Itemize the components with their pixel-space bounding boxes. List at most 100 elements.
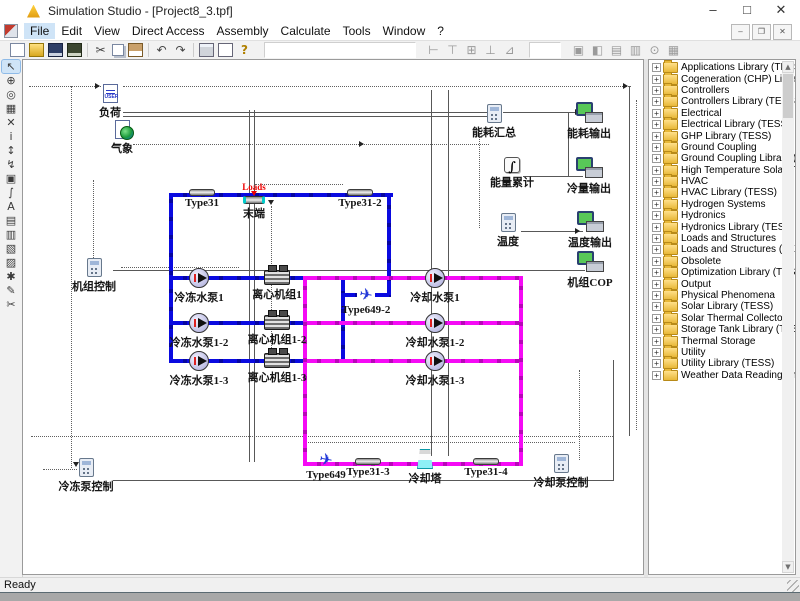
close-button[interactable]: ✕ [764, 0, 798, 22]
expand-icon[interactable]: + [652, 63, 661, 72]
link-mode-icon[interactable]: ⊿ [502, 43, 517, 57]
show-proformas-icon[interactable]: ▣ [571, 43, 586, 57]
weather-reader[interactable]: 气象 [77, 120, 167, 156]
temperature-output[interactable]: 温度输出 [545, 211, 635, 250]
save-all-icon[interactable] [67, 43, 82, 57]
chiller-1-2[interactable]: 离心机组1-2 [232, 310, 322, 347]
expand-icon[interactable]: + [652, 291, 661, 300]
distribute-horizontal-icon[interactable]: ⊢ [426, 43, 441, 57]
expand-icon[interactable]: + [652, 359, 661, 368]
cw-pump-1-icon[interactable] [425, 268, 445, 288]
expand-icon[interactable]: + [652, 371, 661, 380]
show-files-icon[interactable]: ▥ [628, 43, 643, 57]
cw-pump-control[interactable]: 冷却泵控制 [516, 454, 606, 490]
expand-icon[interactable]: + [652, 75, 661, 84]
energy-output-icon[interactable] [576, 102, 603, 124]
select-tool-icon[interactable]: ↖ [2, 60, 20, 73]
pen-tool-icon[interactable]: ✎ [2, 284, 20, 297]
expand-icon[interactable]: + [652, 257, 661, 266]
type31-2[interactable]: Type31-2 [315, 189, 405, 209]
temperature-calc[interactable]: 温度 [463, 213, 553, 249]
copy-tool-icon[interactable]: ▣ [2, 172, 20, 185]
help-icon[interactable]: ? [237, 43, 252, 57]
wire-segment[interactable] [123, 112, 489, 113]
expand-icon[interactable]: + [652, 143, 661, 152]
menu-assembly[interactable]: Assembly [211, 23, 275, 39]
minimize-button[interactable]: – [696, 0, 730, 22]
expand-icon[interactable]: + [652, 154, 661, 163]
expand-icon[interactable]: + [652, 211, 661, 220]
unit-control[interactable]: 机组控制 [49, 258, 139, 294]
info-tool-icon[interactable]: i [2, 130, 20, 143]
energy-output[interactable]: 能耗输出 [544, 102, 634, 141]
expand-icon[interactable]: + [652, 268, 661, 277]
expand-icon[interactable]: + [652, 302, 661, 311]
temperature-calc-icon[interactable] [501, 213, 516, 232]
chw-pump-1-2[interactable]: 冷冻水泵1-2 [154, 313, 244, 350]
layer-tool-1-icon[interactable]: ▤ [2, 214, 20, 227]
expand-icon[interactable]: + [652, 223, 661, 232]
wire-segment[interactable] [123, 86, 631, 87]
run-simulation-icon[interactable]: ⊙ [647, 43, 662, 57]
expand-icon[interactable]: + [652, 337, 661, 346]
tree-scrollbar[interactable]: ▲ ▼ [782, 61, 794, 573]
expand-icon[interactable]: + [652, 314, 661, 323]
cooling-output-icon[interactable] [576, 157, 603, 179]
cooling-output[interactable]: 冷量输出 [544, 157, 634, 196]
expand-icon[interactable]: + [652, 97, 661, 106]
cw-pump-1-2[interactable]: 冷却水泵1-2 [390, 313, 480, 350]
export-deck-icon[interactable]: ▦ [666, 43, 681, 57]
cw-pump-1[interactable]: 冷却水泵1 [390, 268, 480, 305]
cut-tool-icon[interactable]: ✂ [2, 298, 20, 311]
align-bottom-icon[interactable]: ⊥ [483, 43, 498, 57]
chw-pump-1-2-icon[interactable] [189, 313, 209, 333]
expand-icon[interactable]: + [652, 280, 661, 289]
grid-tool-icon[interactable]: ▦ [2, 102, 20, 115]
chiller-1-3[interactable]: 离心机组1-3 [232, 348, 322, 385]
menu-edit[interactable]: Edit [55, 23, 88, 39]
scroll-thumb[interactable] [783, 74, 793, 118]
type31-3-icon[interactable] [355, 458, 381, 465]
expand-icon[interactable]: + [652, 132, 661, 141]
unit-cop-output[interactable]: 机组COP [545, 251, 635, 290]
zoom-tool-icon[interactable]: ◎ [2, 88, 20, 101]
expand-icon[interactable]: + [652, 177, 661, 186]
chiller-1-icon[interactable] [264, 270, 290, 285]
expand-icon[interactable]: + [652, 325, 661, 334]
cw-pump-control-icon[interactable] [554, 454, 569, 473]
chw-pump-1[interactable]: 冷冻水泵1 [154, 268, 244, 305]
expand-icon[interactable]: + [652, 245, 661, 254]
wire-segment[interactable] [303, 442, 575, 443]
show-info-icon[interactable]: ◧ [590, 43, 605, 57]
menu-calculate[interactable]: Calculate [275, 23, 337, 39]
cooling-tower-icon[interactable] [417, 449, 433, 469]
wire-segment[interactable] [636, 100, 637, 430]
energy-summary-icon[interactable] [487, 104, 502, 123]
type31-4-icon[interactable] [473, 458, 499, 465]
wire-segment[interactable] [133, 144, 489, 145]
mdi-restore-button[interactable]: ❐ [752, 24, 771, 40]
print-preview-icon[interactable] [218, 43, 233, 57]
wire-segment[interactable] [519, 276, 523, 466]
energy-accumulator-icon[interactable] [504, 157, 520, 173]
resize-grip[interactable] [787, 580, 799, 592]
curve-link-tool-icon[interactable]: ∫ [2, 186, 20, 199]
wire-segment[interactable] [31, 436, 613, 437]
distribute-vertical-icon[interactable]: ⊤ [445, 43, 460, 57]
weather-reader-icon[interactable] [115, 120, 130, 139]
load-reader[interactable]: 负荷 [65, 84, 155, 120]
redo-icon[interactable]: ↷ [173, 43, 188, 57]
paste-icon[interactable] [128, 43, 143, 57]
chiller-1-2-icon[interactable] [264, 315, 290, 330]
project-icon[interactable] [4, 24, 18, 38]
pan-tool-icon[interactable]: ⊕ [2, 74, 20, 87]
expand-icon[interactable]: + [652, 348, 661, 357]
unit-control-icon[interactable] [87, 258, 102, 277]
cw-pump-1-2-icon[interactable] [425, 313, 445, 333]
menu-help[interactable]: ? [431, 23, 450, 39]
chiller-1[interactable]: 离心机组1 [232, 265, 322, 302]
terminal-unit[interactable]: Loads末端 [209, 196, 299, 221]
wire-segment[interactable] [613, 360, 614, 481]
settings-tool-icon[interactable]: ✱ [2, 270, 20, 283]
chw-pump-1-3[interactable]: 冷冻水泵1-3 [154, 351, 244, 388]
